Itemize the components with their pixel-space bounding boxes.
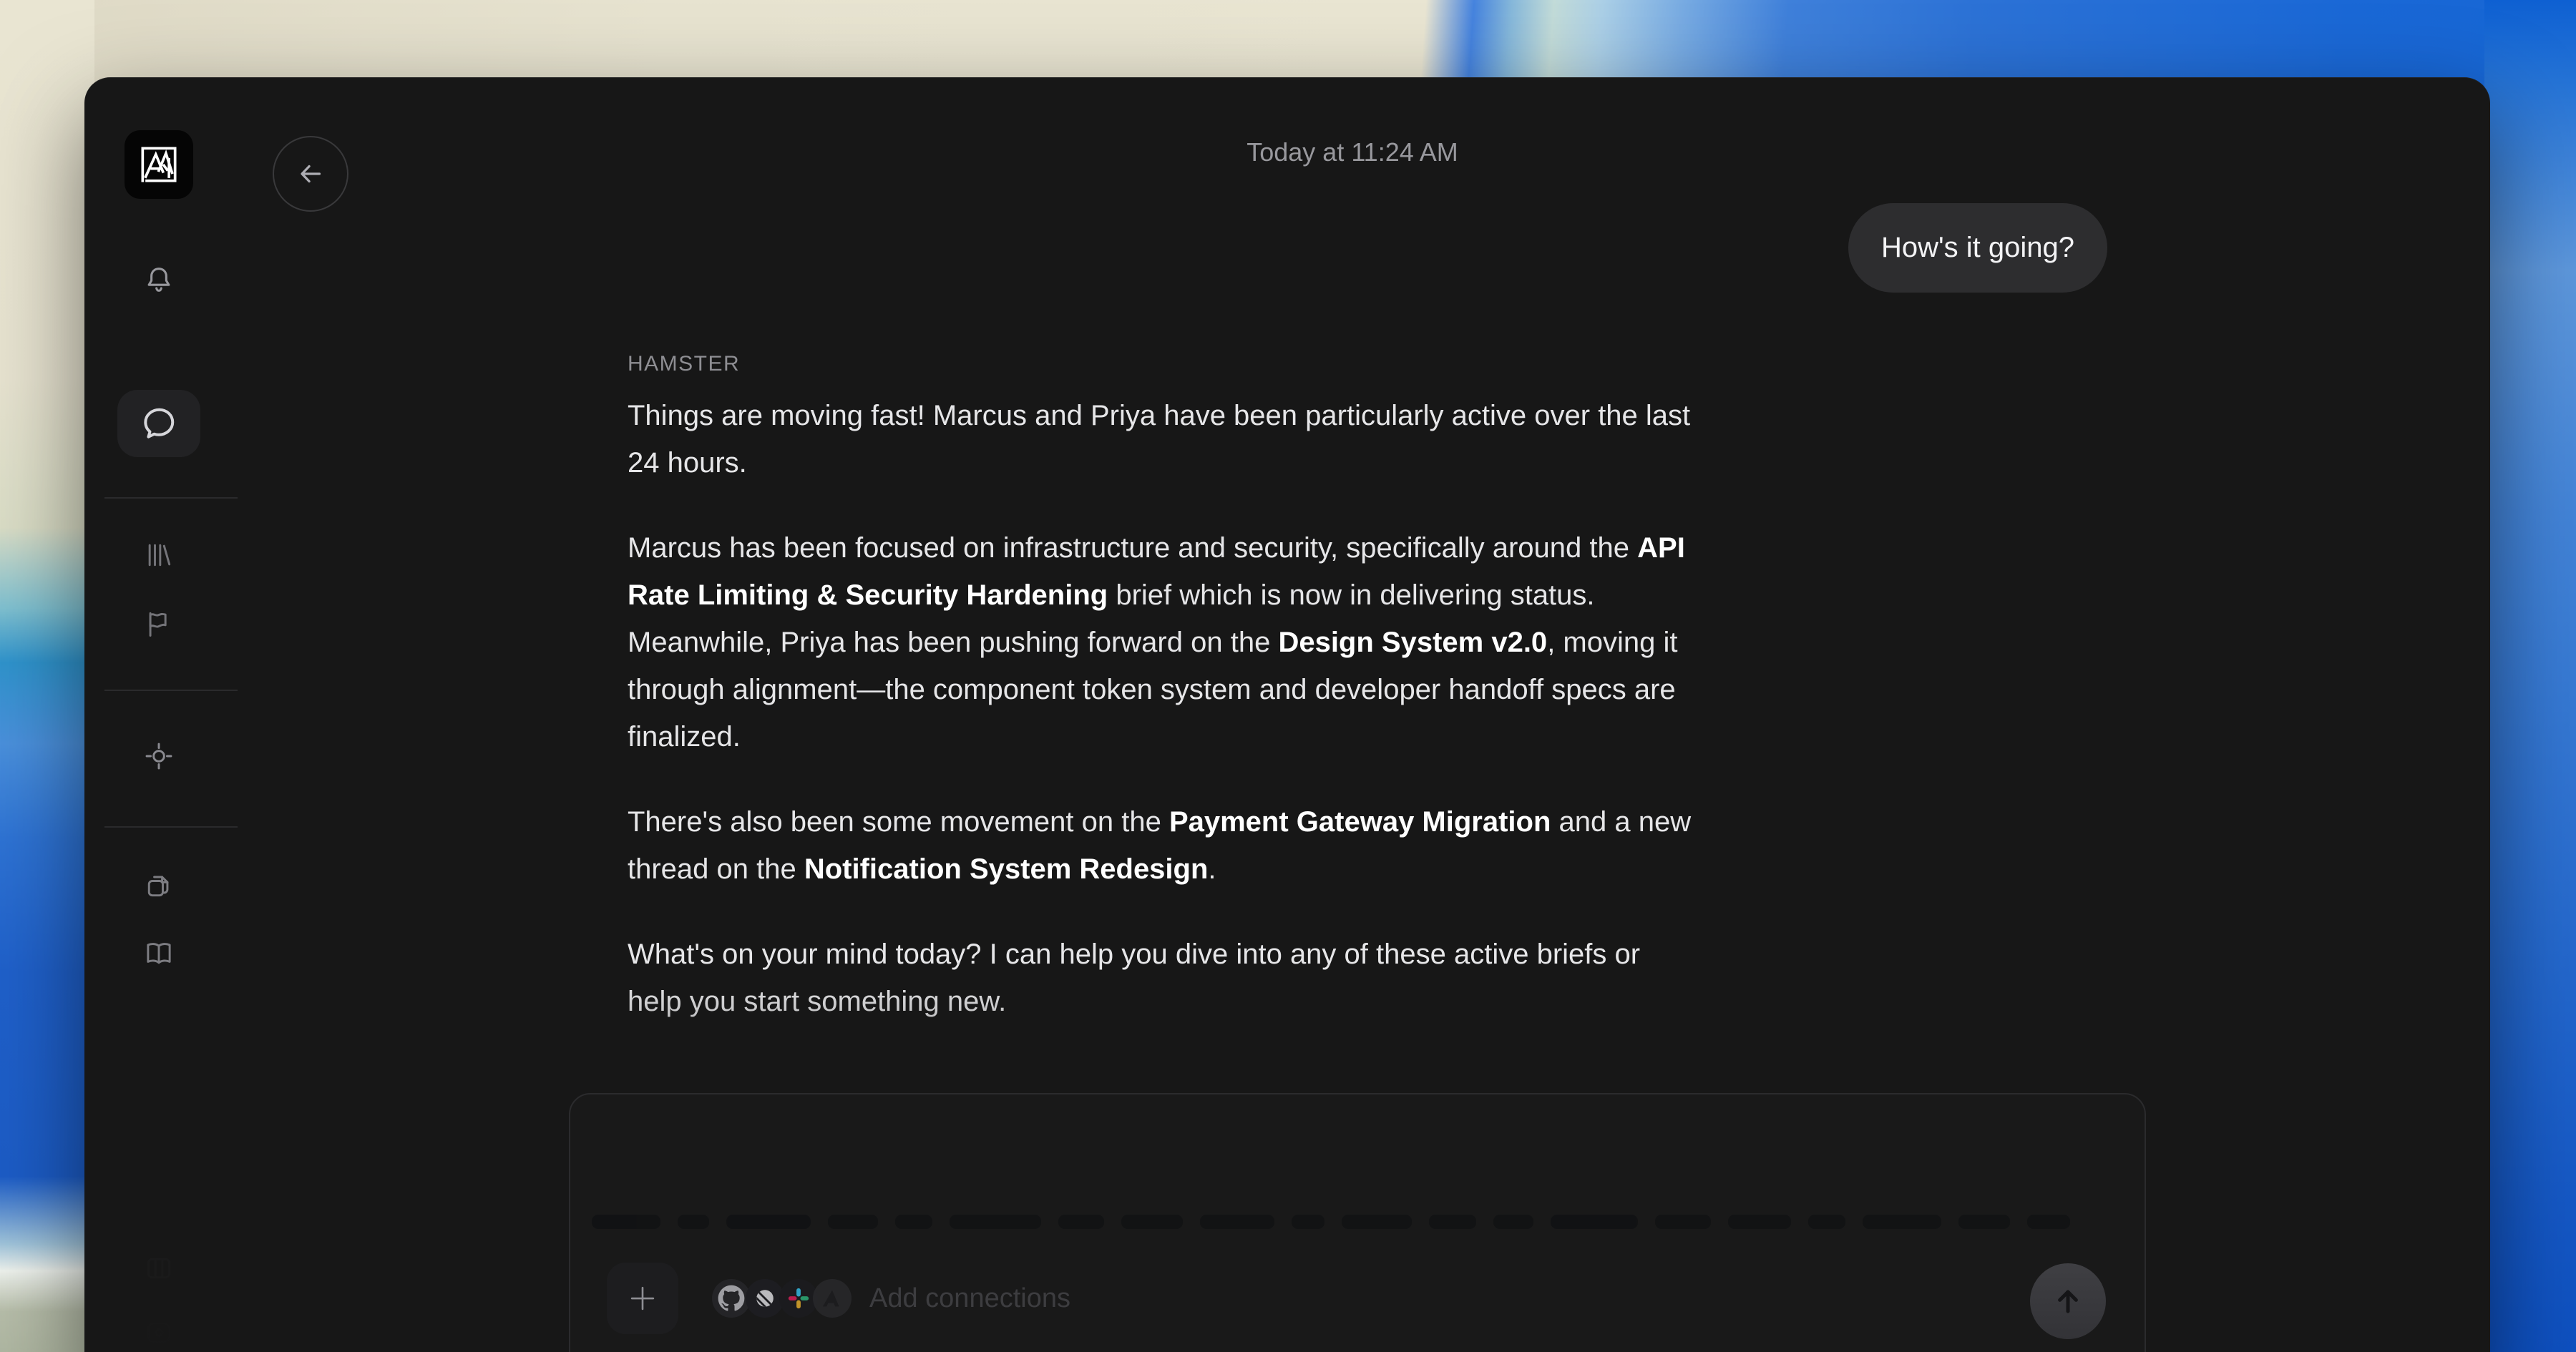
assistant-paragraph: Marcus has been focused on infrastructur… xyxy=(628,532,1685,753)
sidebar-item-locate[interactable] xyxy=(84,740,233,772)
plus-icon xyxy=(630,1286,655,1311)
library-icon xyxy=(148,544,171,567)
linear-connection[interactable] xyxy=(746,1279,784,1318)
am-monogram-logo-icon xyxy=(141,147,177,182)
sidebar-item-chat-active[interactable] xyxy=(117,390,200,457)
sidebar-item-library[interactable] xyxy=(84,539,233,571)
sidebar-item-documents[interactable] xyxy=(84,869,233,901)
assistant-message: Things are moving fast! Marcus and Priya… xyxy=(628,392,2030,1063)
sidebar-item-book[interactable] xyxy=(84,937,233,969)
slack-icon xyxy=(788,1288,809,1309)
attach-button[interactable] xyxy=(621,1277,664,1320)
chat-bubble-icon xyxy=(144,408,175,439)
github-icon xyxy=(718,1285,745,1311)
add-connections-label[interactable]: Add connections xyxy=(869,1283,1070,1314)
slack-connection[interactable] xyxy=(779,1279,818,1318)
bell-icon xyxy=(147,268,170,292)
open-book-icon xyxy=(147,943,171,964)
pages-icon xyxy=(147,876,169,897)
arrow-left-icon xyxy=(301,165,321,183)
github-connection[interactable] xyxy=(712,1279,751,1318)
user-message-bubble: How's it going? xyxy=(1848,203,2107,293)
sidebar-divider xyxy=(104,826,238,828)
assistant-paragraph: Things are moving fast! Marcus and Priya… xyxy=(628,400,1691,479)
app-logo[interactable] xyxy=(125,130,193,199)
sidebar-item-flag[interactable] xyxy=(84,608,233,640)
flag-icon xyxy=(149,612,167,637)
desktop: Today at 11:24 AM How's it going? HAMSTE… xyxy=(0,0,2576,1352)
sidebar-divider xyxy=(104,497,238,499)
arrow-up-icon xyxy=(2058,1290,2078,1313)
app-window: Today at 11:24 AM How's it going? HAMSTE… xyxy=(84,77,2490,1352)
send-button[interactable] xyxy=(2030,1263,2106,1339)
date-header: Today at 11:24 AM xyxy=(1246,137,1458,167)
assistant-paragraph: There's also been some movement on the P… xyxy=(628,806,1692,885)
assistant-name-label: HAMSTER xyxy=(628,352,741,376)
a-mark-connection[interactable] xyxy=(813,1279,852,1318)
striped-circle-icon xyxy=(756,1290,774,1307)
crosshair-icon xyxy=(145,743,172,770)
back-button[interactable] xyxy=(273,136,348,212)
ghost-text-line xyxy=(592,1215,2123,1229)
sidebar-divider xyxy=(104,690,238,691)
a-mark-icon xyxy=(822,1290,839,1307)
connections-row[interactable]: Add connections xyxy=(712,1279,1070,1318)
sidebar-item-notifications[interactable] xyxy=(84,264,233,295)
composer[interactable]: Add connections xyxy=(569,1093,2146,1352)
